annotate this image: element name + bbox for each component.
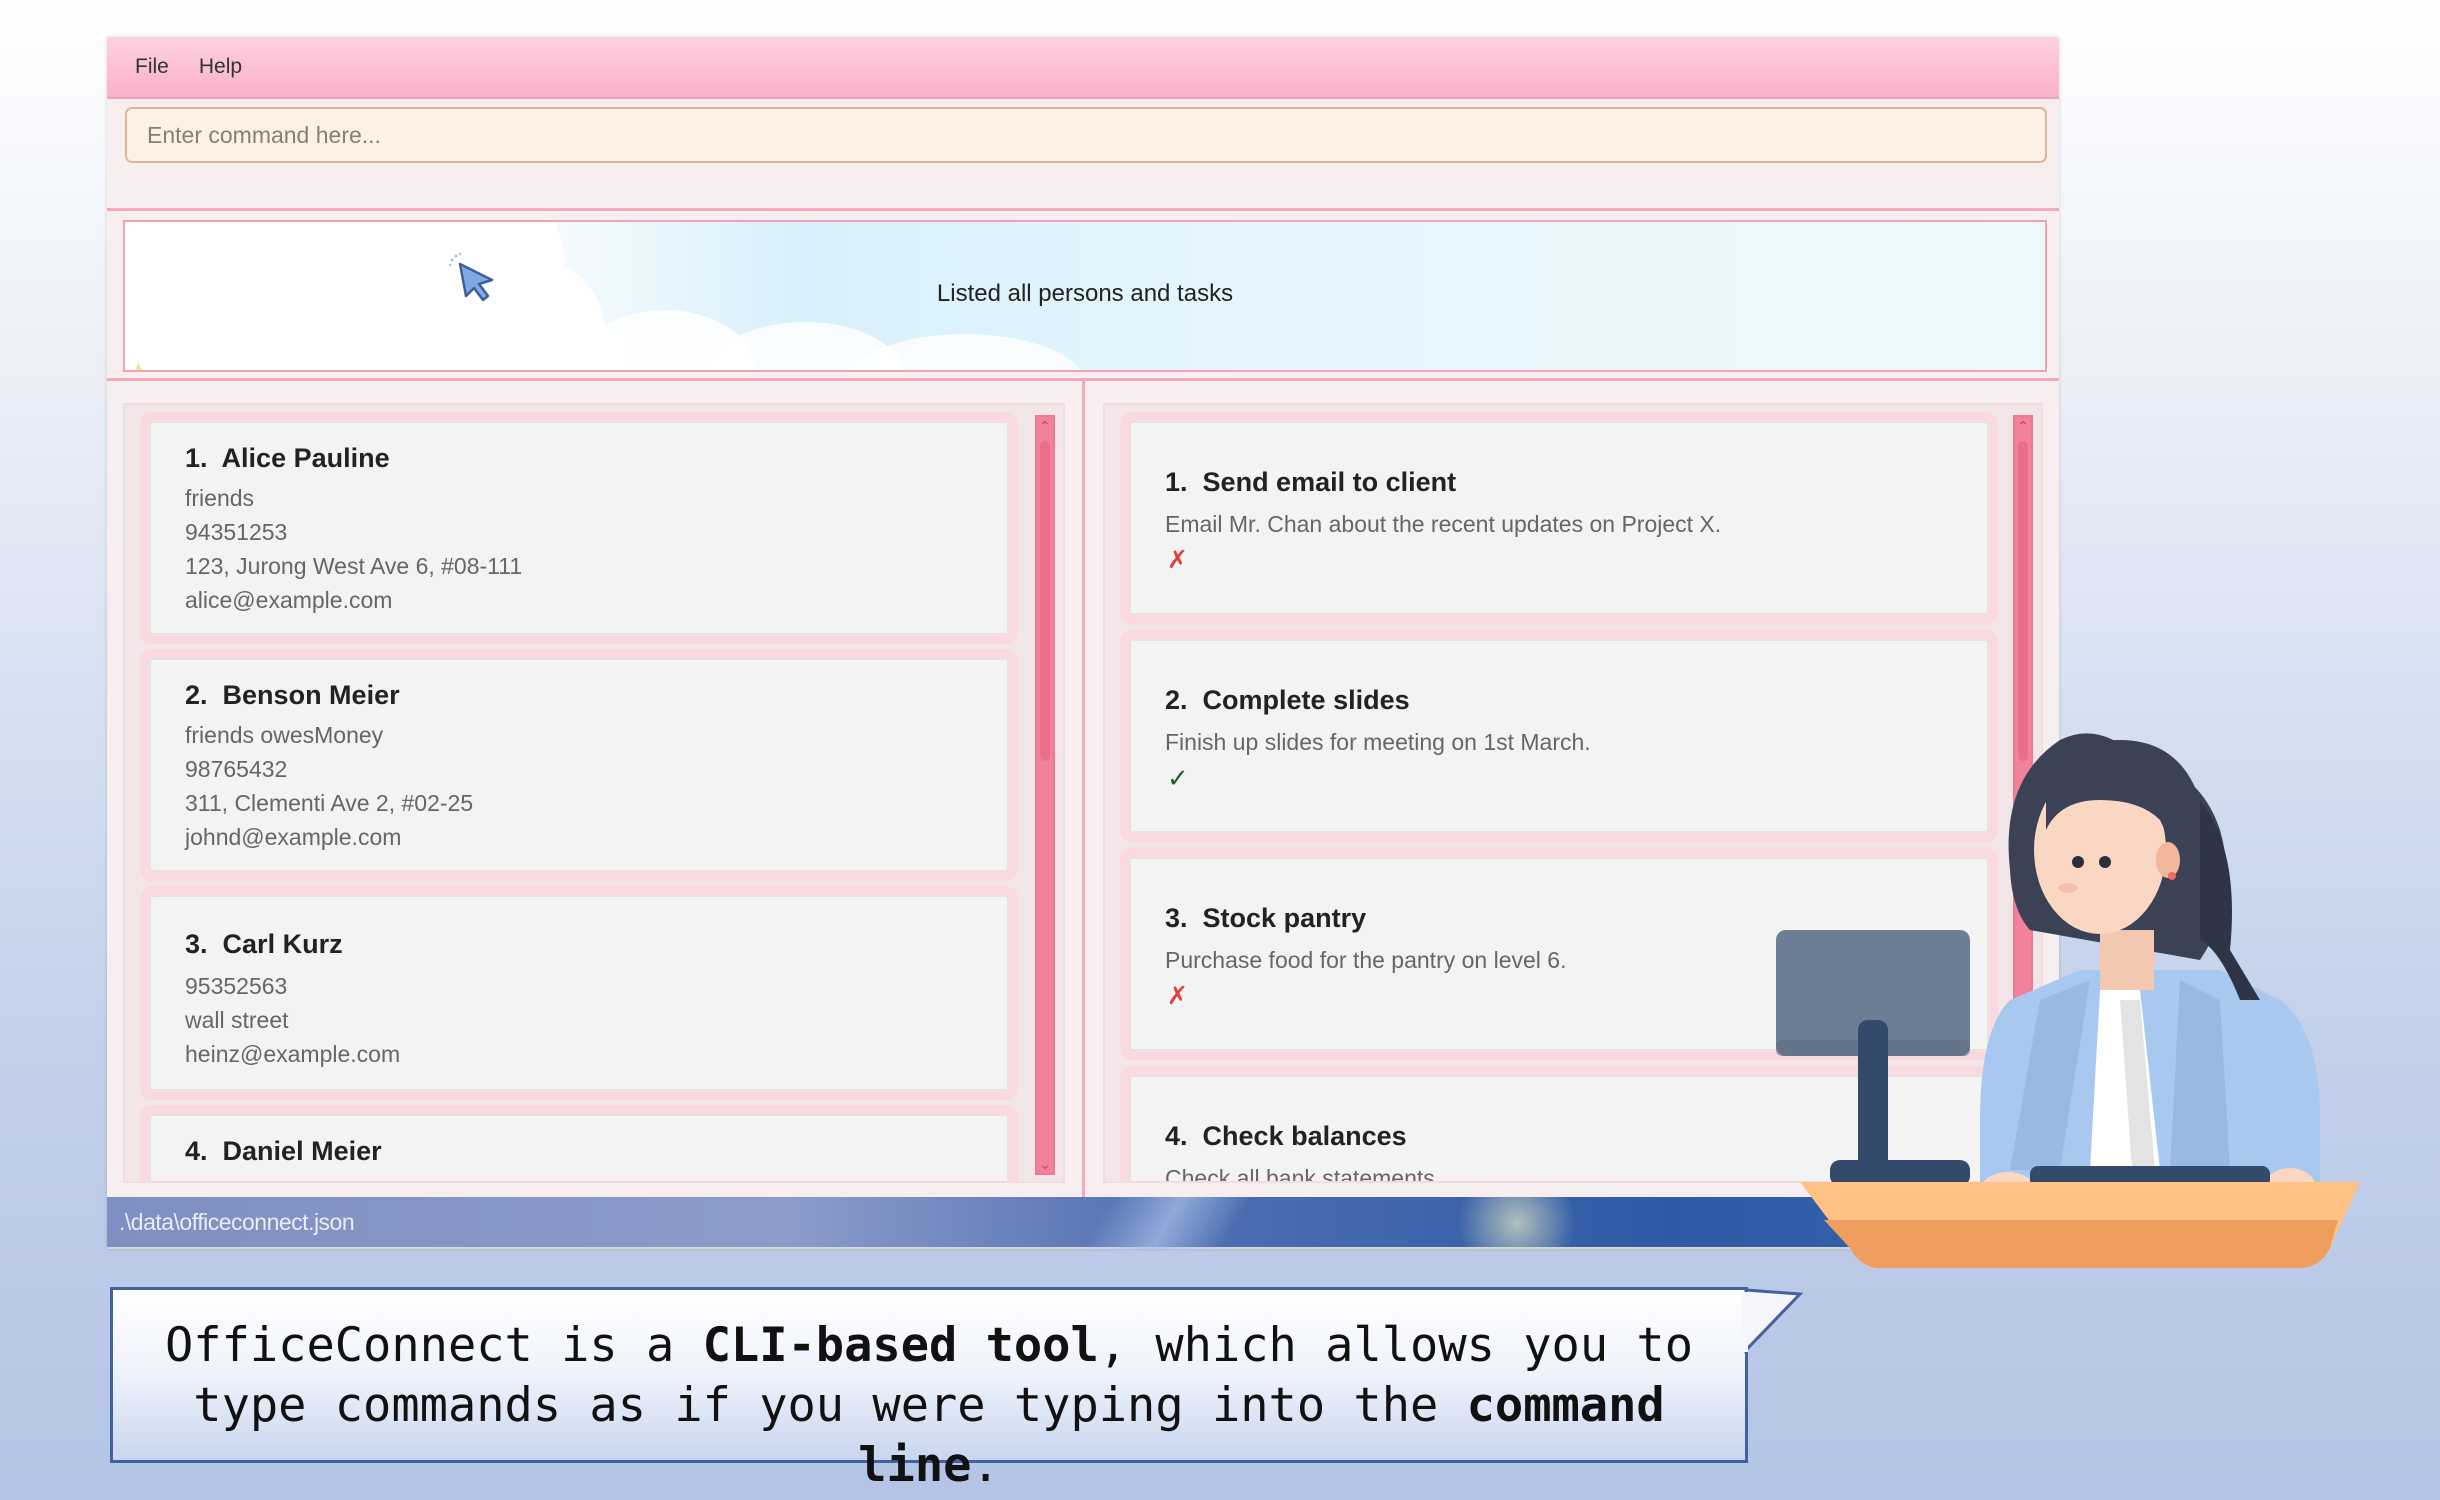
- status-bar-decoration: [1437, 1197, 1597, 1249]
- task-title: Complete slides: [1202, 685, 1410, 715]
- woman-at-computer-illustration: [1776, 733, 2360, 1268]
- data-file-path: .\data\officeconnect.json: [119, 1209, 355, 1235]
- person-address: 123, Jurong West Ave 6, #08-111: [185, 553, 523, 579]
- task-description: Check all bank statements.: [1165, 1165, 1442, 1183]
- scroll-up-icon[interactable]: ⌃: [2017, 419, 2029, 433]
- task-index: 2.: [1165, 685, 1188, 715]
- person-index: 2.: [185, 680, 208, 710]
- task-description: Purchase food for the pantry on level 6.: [1165, 947, 1567, 973]
- person-name: Alice Pauline: [221, 443, 390, 473]
- person-email: heinz@example.com: [185, 1041, 401, 1067]
- caption-box: OfficeConnect is a CLI-based tool, which…: [110, 1287, 1748, 1493]
- task-index: 4.: [1165, 1121, 1188, 1151]
- command-input[interactable]: [125, 107, 2047, 163]
- cloud-decoration: [845, 334, 1085, 370]
- task-title: Check balances: [1202, 1121, 1407, 1151]
- scroll-up-icon[interactable]: ⌃: [1039, 419, 1051, 433]
- person-name: Daniel Meier: [222, 1136, 382, 1166]
- caption-line-2: type commands as if you were typing into…: [193, 1378, 1665, 1493]
- task-index: 3.: [1165, 903, 1188, 933]
- mouse-pointer-icon: [448, 252, 494, 302]
- cross-icon: ✗: [1167, 982, 1188, 1010]
- panel-divider: [1082, 381, 1085, 1197]
- person-name: Benson Meier: [222, 680, 400, 710]
- scroll-thumb[interactable]: [1040, 441, 1050, 761]
- person-tags: friends: [185, 485, 255, 511]
- status-bar-decoration: [1007, 1197, 1327, 1249]
- menu-help[interactable]: Help: [199, 55, 242, 79]
- person-card[interactable]: 1. Alice Pauline friends 94351253 123, J…: [149, 421, 1009, 635]
- cross-icon: ✗: [1167, 546, 1188, 574]
- person-tags: friends: [185, 1178, 254, 1181]
- person-card[interactable]: 3. Carl Kurz 95352563 wall street heinz@…: [149, 895, 1009, 1091]
- task-index: 1.: [1165, 467, 1188, 497]
- check-icon: ✓: [1167, 763, 1189, 793]
- task-description: Finish up slides for meeting on 1st Marc…: [1165, 729, 1591, 755]
- person-card[interactable]: 2. Benson Meier friends owesMoney 987654…: [149, 658, 1009, 872]
- scroll-down-icon[interactable]: ⌄: [1039, 1157, 1051, 1171]
- person-email: alice@example.com: [185, 587, 393, 613]
- person-name: Carl Kurz: [222, 929, 343, 959]
- person-index: 1.: [185, 443, 208, 473]
- command-box-area: [107, 99, 2059, 211]
- result-message: Listed all persons and tasks: [936, 280, 1234, 307]
- result-display: Listed all persons and tasks: [123, 220, 2047, 372]
- task-description: Email Mr. Chan about the recent updates …: [1165, 511, 1722, 537]
- menu-bar: File Help: [107, 37, 2059, 99]
- task-card[interactable]: 1. Send email to client Email Mr. Chan a…: [1129, 421, 1989, 615]
- person-card[interactable]: 4. Daniel Meier friends: [149, 1114, 1009, 1181]
- person-index: 4.: [185, 1136, 208, 1166]
- person-address: wall street: [185, 1007, 289, 1033]
- task-title: Stock pantry: [1202, 903, 1367, 933]
- menu-file[interactable]: File: [135, 55, 169, 79]
- person-tags: friends owesMoney: [185, 722, 384, 748]
- person-list-scrollbar[interactable]: ⌃ ⌄: [1035, 415, 1055, 1175]
- task-title: Send email to client: [1202, 467, 1457, 497]
- person-email: johnd@example.com: [185, 824, 402, 850]
- caption-line-1: OfficeConnect is a CLI-based tool, which…: [164, 1318, 1694, 1373]
- person-phone: 94351253: [185, 519, 288, 545]
- person-index: 3.: [185, 929, 208, 959]
- result-display-area: Listed all persons and tasks: [107, 211, 2059, 381]
- person-list-panel[interactable]: 1. Alice Pauline friends 94351253 123, J…: [123, 403, 1065, 1183]
- person-phone: 95352563: [185, 973, 288, 999]
- person-phone: 98765432: [185, 756, 288, 782]
- person-address: 311, Clementi Ave 2, #02-25: [185, 790, 474, 816]
